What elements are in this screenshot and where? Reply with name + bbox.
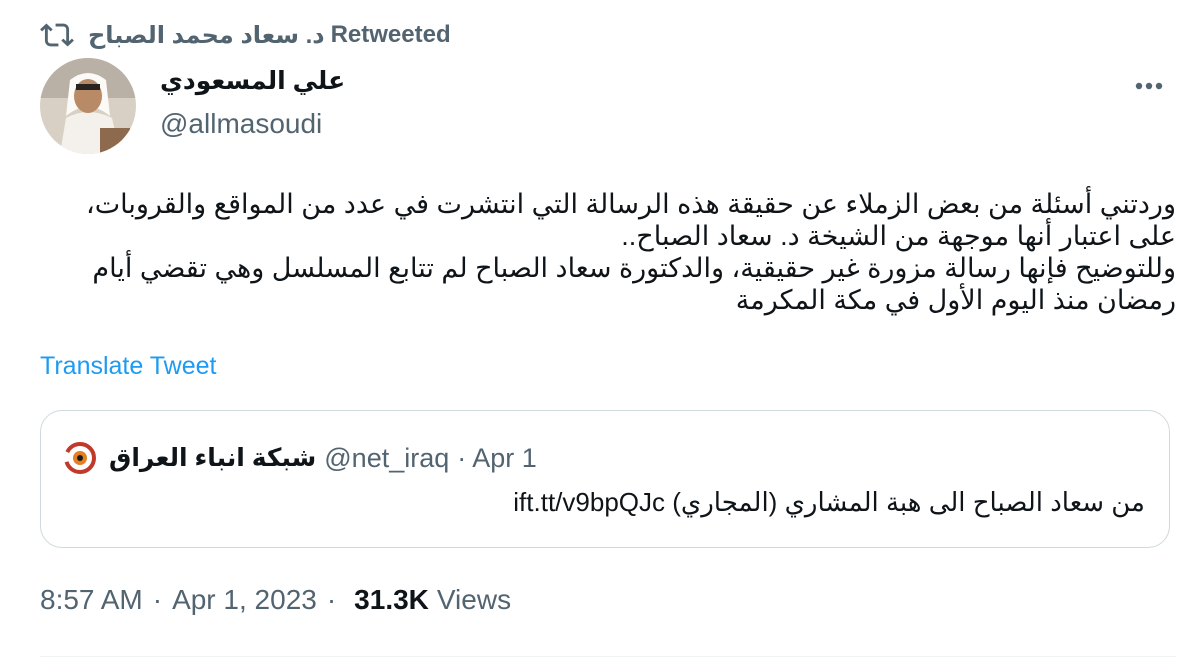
author-name[interactable]: علي المسعودي <box>160 66 345 96</box>
divider <box>40 656 1176 657</box>
quoted-tweet-text: من سعاد الصباح الى هبة المشاري (المجاري)… <box>513 487 1145 517</box>
more-dots-icon <box>1135 82 1163 90</box>
retweet-header: د. سعاد محمد الصباح Retweeted <box>40 18 451 52</box>
retweet-icon <box>40 23 74 47</box>
retweeter-name[interactable]: د. سعاد محمد الصباح <box>88 21 325 50</box>
translate-tweet-link[interactable]: Translate Tweet <box>40 352 216 381</box>
quoted-author-handle[interactable]: @net_iraq <box>324 443 449 474</box>
tweet-meta: 8:57 AM · Apr 1, 2023 · 31.3K Views <box>40 584 511 616</box>
tweet-text: وردتني أسئلة من بعض الزملاء عن حقيقة هذه… <box>85 189 1176 315</box>
meta-separator: · <box>326 584 337 615</box>
quoted-avatar-icon[interactable] <box>63 441 97 475</box>
author-handle[interactable]: @allmasoudi <box>160 108 322 140</box>
quoted-author-name[interactable]: شبكة انباء العراق <box>109 443 316 473</box>
quoted-tweet-header: شبكة انباء العراق @net_iraq · Apr 1 <box>63 441 537 475</box>
meta-separator: · <box>152 584 163 615</box>
quoted-date: · Apr 1 <box>457 442 537 473</box>
avatar[interactable] <box>40 58 136 154</box>
views-label: Views <box>436 584 512 615</box>
quoted-tweet[interactable]: شبكة انباء العراق @net_iraq · Apr 1 من س… <box>40 410 1170 548</box>
tweet-time[interactable]: 8:57 AM <box>40 584 143 616</box>
views-count: 31.3K <box>354 584 429 615</box>
retweeted-label: Retweeted <box>330 21 451 48</box>
more-button[interactable] <box>1126 66 1172 106</box>
profile-photo <box>40 58 136 154</box>
tweet-date[interactable]: Apr 1, 2023 <box>172 584 317 616</box>
